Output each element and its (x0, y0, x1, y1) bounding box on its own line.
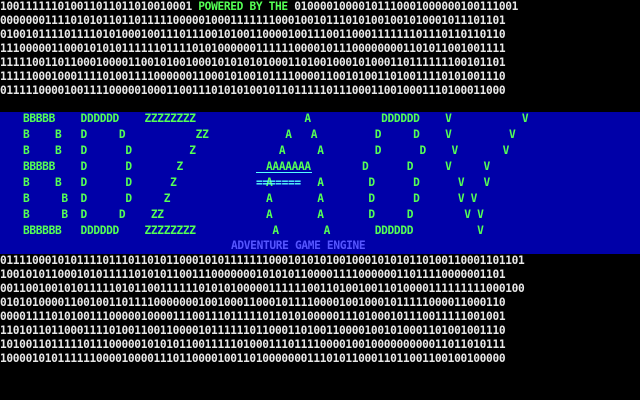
binary-line: 0101010000110010011011110000000100100011… (0, 296, 506, 309)
header-suffix-bits: 01000010000101110001000000100111001 (294, 0, 519, 13)
binary-line: 0111110000100111100000100011001110101010… (0, 84, 506, 97)
logo-line: B B D D ZZ A A D D V V (23, 208, 484, 221)
logo-divider-equals: ======= (256, 176, 301, 189)
powered-by-row: 100111111010011011011010010001 POWERED B… (0, 0, 640, 14)
title-screen: 100111111010011011011010010001 POWERED B… (0, 0, 640, 400)
binary-line: 0000000111101010110110111110000010001111… (0, 14, 506, 27)
binary-line: 1111100010001111010011110000001100010100… (0, 70, 506, 83)
powered-by-label: POWERED BY THE (198, 0, 288, 13)
logo-line: BBBBBB DDDDDD ZZZZZZZZ A A DDDDDD V (23, 224, 484, 237)
binary-line: 1111100110110001000011001010010001010101… (0, 56, 506, 69)
binary-line: 1000010101111110000100001110110000100110… (0, 352, 506, 365)
binary-line: 0000111101010011100000100001110011101111… (0, 310, 506, 323)
binary-line: 0111100010101111011101101011000101011111… (0, 254, 525, 267)
binary-rain-top: 100111111010011011011010010001 POWERED B… (0, 0, 640, 112)
logo-line: B B D D Z A A D D V V (23, 144, 510, 157)
logo-line: B B D D ZZ A A D D V V (23, 128, 516, 141)
binary-line: 0100101111011110101000100111011100101001… (0, 28, 506, 41)
binary-line: 1110000011000101010111111011110101000000… (0, 42, 506, 55)
binary-rain-bottom: 0111100010101111011101101011000101011111… (0, 254, 640, 400)
binary-line: 0011001001010111110101100111111010101000… (0, 282, 525, 295)
logo-line: B B D D Z A A D D V V (23, 192, 478, 205)
binary-line: 1001010110001010111110101011001110000000… (0, 268, 506, 281)
engine-subtitle: ADVENTURE GAME ENGINE (231, 239, 366, 252)
binary-line: 1101011011000111101001100110000101111110… (0, 324, 506, 337)
header-prefix-bits: 100111111010011011011010010001 (0, 0, 192, 13)
logo-divider-line (256, 172, 312, 173)
binary-line: 1010011011111011100000101010110011111010… (0, 338, 506, 351)
logo-line: BBBBB DDDDDD ZZZZZZZZ A DDDDDD V V (23, 112, 529, 125)
